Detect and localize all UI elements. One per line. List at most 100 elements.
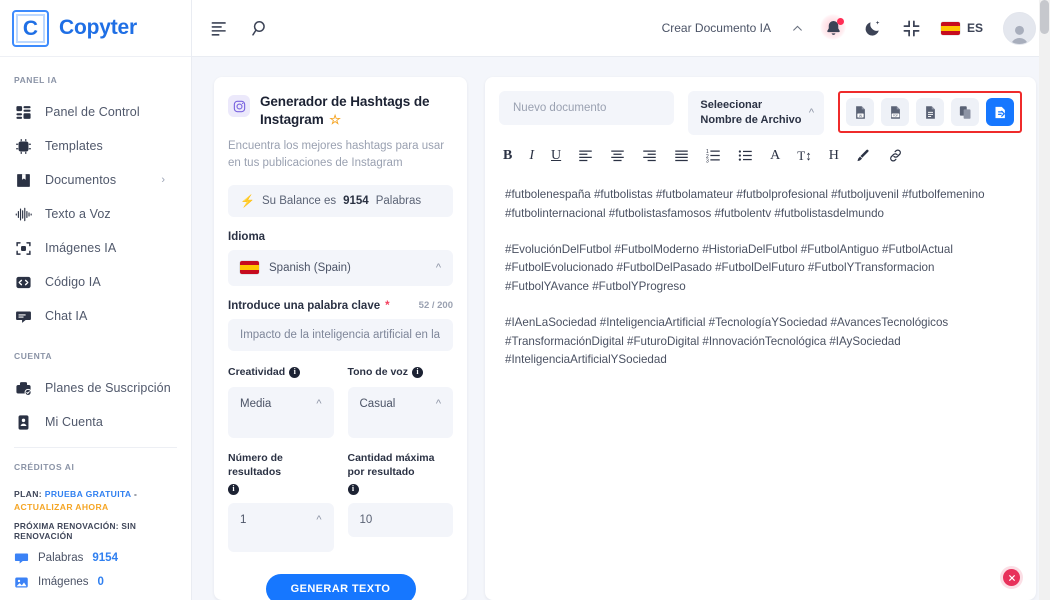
language-selector[interactable]: ES bbox=[940, 21, 983, 35]
menu-collapse-icon[interactable] bbox=[210, 19, 229, 38]
brand[interactable]: C Copyter bbox=[0, 0, 191, 57]
document-name-input[interactable]: Nuevo documento bbox=[499, 91, 675, 125]
creativity-field: Creatividad i Media ^ bbox=[228, 366, 334, 439]
sidebar-item-imagenes-ia[interactable]: Imágenes IA bbox=[0, 231, 191, 265]
sidebar-label: Templates bbox=[45, 139, 103, 153]
sidebar-item-planes-de-suscripcion[interactable]: Planes de Suscripción bbox=[0, 371, 191, 405]
page-scrollbar[interactable] bbox=[1039, 0, 1050, 600]
stat-imagenes: Imágenes 0 bbox=[14, 575, 177, 590]
max-input[interactable]: 10 bbox=[347, 502, 453, 537]
sidebar-item-texto-a-voz[interactable]: Texto a Voz bbox=[0, 197, 191, 231]
export-text-button[interactable] bbox=[916, 98, 944, 126]
results-select[interactable]: 1 ^ bbox=[228, 502, 334, 552]
align-right-icon[interactable] bbox=[642, 147, 657, 164]
topbar: Crear Documento IA ES bbox=[192, 0, 1050, 57]
results-label: Número de resultados i bbox=[228, 452, 283, 495]
align-left-icon[interactable] bbox=[578, 147, 593, 164]
info-icon[interactable]: i bbox=[411, 366, 423, 378]
notifications-button[interactable] bbox=[819, 13, 846, 40]
language-value: Spanish (Spain) bbox=[269, 261, 351, 274]
language-select[interactable]: Spanish (Spain) ^ bbox=[228, 249, 453, 286]
creativity-value: Media bbox=[240, 398, 272, 411]
align-justify-icon[interactable] bbox=[674, 147, 689, 164]
keyword-input[interactable]: Impacto de la inteligencia artificial en… bbox=[228, 318, 453, 351]
instagram-icon bbox=[228, 95, 250, 117]
results-max-row: Número de resultados i 1 ^ Cantidad máxi… bbox=[228, 452, 453, 552]
info-icon[interactable]: i bbox=[289, 366, 301, 378]
editor-header: Nuevo documento Seleecionar Nombre de Ar… bbox=[485, 77, 1036, 135]
link-icon[interactable] bbox=[888, 147, 903, 164]
sidebar-label: Documentos bbox=[45, 173, 117, 187]
copy-document-button[interactable] bbox=[951, 98, 979, 126]
brand-logo-letter: C bbox=[22, 16, 39, 40]
document-editor-card: Nuevo documento Seleecionar Nombre de Ar… bbox=[485, 77, 1036, 600]
sidebar-section-panel: PANEL IA bbox=[14, 75, 58, 85]
plan-upgrade-link[interactable]: ACTUALIZAR AHORA bbox=[14, 502, 109, 512]
save-document-button[interactable] bbox=[986, 98, 1014, 126]
brand-logo-icon: C bbox=[12, 9, 49, 47]
stat-value: 9154 bbox=[92, 552, 118, 565]
stat-value: 0 bbox=[97, 576, 104, 589]
info-icon[interactable]: i bbox=[228, 483, 239, 495]
book-icon bbox=[14, 171, 32, 189]
search-icon[interactable] bbox=[251, 19, 270, 38]
topbar-right: Crear Documento IA ES bbox=[662, 11, 1036, 45]
brush-icon[interactable] bbox=[856, 147, 871, 164]
spain-flag-icon bbox=[240, 261, 259, 275]
avatar[interactable] bbox=[1003, 11, 1036, 45]
scrollbar-thumb[interactable] bbox=[1040, 0, 1049, 34]
italic-button[interactable]: I bbox=[529, 147, 534, 164]
keyword-counter: 52 / 200 bbox=[418, 300, 453, 312]
export-word-button[interactable]: W bbox=[846, 98, 874, 126]
bullet-list-icon[interactable] bbox=[738, 147, 753, 164]
document-paragraph: #futbolenespaña #futbolistas #futbolamat… bbox=[505, 188, 985, 220]
font-color-button[interactable]: A bbox=[770, 147, 780, 164]
sidebar: C Copyter PANEL IA Panel de Control Temp… bbox=[0, 0, 192, 600]
stat-label: Palabras bbox=[38, 552, 84, 565]
chevron-right-icon: › bbox=[161, 174, 165, 186]
create-document-menu[interactable]: Crear Documento IA bbox=[662, 21, 771, 35]
sidebar-item-documentos[interactable]: Documentos › bbox=[0, 163, 191, 197]
sidebar-scroll: PANEL IA Panel de Control Templates Docu… bbox=[0, 57, 191, 600]
tone-select[interactable]: Casual ^ bbox=[347, 387, 453, 439]
svg-text:3: 3 bbox=[706, 158, 709, 163]
balance-chip: ⚡ Su Balance es 9154 Palabras bbox=[228, 184, 453, 217]
sidebar-divider bbox=[14, 447, 177, 448]
sidebar-item-chat-ia[interactable]: Chat IA bbox=[0, 299, 191, 333]
underline-button[interactable]: U bbox=[551, 147, 561, 164]
sidebar-item-mi-cuenta[interactable]: Mi Cuenta bbox=[0, 405, 191, 439]
star-icon[interactable]: ☆ bbox=[329, 112, 341, 127]
max-per-result-field: Cantidad máxima por resultado i 10 bbox=[347, 452, 453, 551]
document-body[interactable]: #futbolenespaña #futbolistas #futbolamat… bbox=[485, 174, 1036, 370]
chevron-up-icon: ^ bbox=[435, 398, 441, 411]
export-pdf-button[interactable]: PDF bbox=[881, 98, 909, 126]
creativity-select[interactable]: Media ^ bbox=[228, 387, 334, 439]
plan-prefix: PLAN: bbox=[14, 489, 43, 499]
sidebar-item-templates[interactable]: Templates bbox=[0, 129, 191, 163]
code-icon bbox=[14, 273, 32, 291]
moon-icon[interactable] bbox=[863, 19, 882, 38]
chevron-up-icon[interactable] bbox=[791, 22, 804, 35]
bold-button[interactable]: B bbox=[503, 147, 512, 164]
sidebar-section-account: CUENTA bbox=[14, 351, 53, 361]
plan-name: PRUEBA GRATUITA bbox=[44, 489, 132, 499]
info-icon[interactable]: i bbox=[347, 483, 359, 495]
sidebar-item-codigo-ia[interactable]: Código IA bbox=[0, 265, 191, 299]
collapse-screen-icon[interactable] bbox=[902, 19, 921, 38]
close-circle-icon[interactable] bbox=[1003, 569, 1020, 586]
align-center-icon[interactable] bbox=[610, 147, 625, 164]
keyword-value: Impacto de la inteligencia artificial en… bbox=[240, 328, 441, 341]
stat-palabras: Palabras 9154 bbox=[14, 551, 177, 566]
balance-prefix: Su Balance es bbox=[261, 194, 337, 207]
font-size-button[interactable]: T↕ bbox=[797, 147, 811, 164]
sidebar-item-panel-de-control[interactable]: Panel de Control bbox=[0, 95, 191, 129]
app-root: C Copyter PANEL IA Panel de Control Temp… bbox=[0, 0, 1050, 600]
form-description: Encuentra los mejores hashtags para usar… bbox=[228, 140, 445, 170]
sidebar-label: Mi Cuenta bbox=[45, 415, 103, 429]
file-name-select[interactable]: Seleecionar Nombre de Archivo ^ bbox=[688, 91, 824, 135]
bolt-icon: ⚡ bbox=[240, 193, 255, 208]
keyword-label-row: Introduce una palabra clave * 52 / 200 bbox=[228, 300, 453, 312]
ordered-list-icon[interactable]: 123 bbox=[706, 147, 721, 164]
generate-text-button[interactable]: GENERAR TEXTO bbox=[265, 573, 416, 600]
heading-button[interactable]: H bbox=[829, 147, 839, 164]
